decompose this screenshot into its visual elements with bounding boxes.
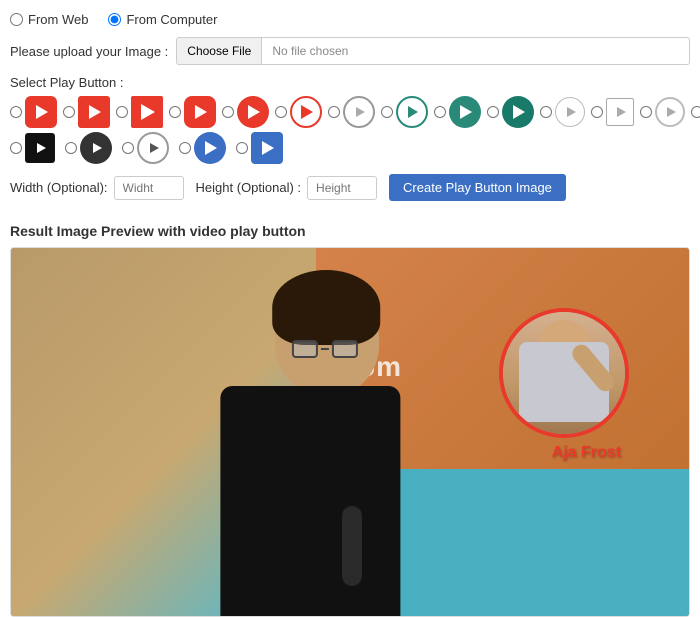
preview-scene: elcom Aja Frost — [11, 248, 689, 616]
play-button-12[interactable] — [606, 98, 634, 126]
play-button-8[interactable] — [396, 96, 428, 128]
create-button[interactable]: Create Play Button Image — [389, 174, 566, 201]
person-body — [220, 386, 400, 617]
play-icon-3 — [141, 104, 155, 120]
play-button-10[interactable] — [502, 96, 534, 128]
play-icon-19 — [205, 141, 217, 155]
glass-bridge — [321, 348, 329, 350]
microphone — [342, 506, 362, 586]
play-button-1[interactable] — [25, 96, 57, 128]
play-button-13[interactable] — [655, 97, 685, 127]
from-computer-label: From Computer — [126, 12, 217, 27]
from-web-radio[interactable] — [10, 13, 23, 26]
width-field-group: Width (Optional): — [10, 176, 184, 200]
play-icon-6 — [301, 105, 313, 119]
from-computer-radio[interactable] — [108, 13, 121, 26]
play-icon-1 — [36, 105, 48, 119]
play-btn-radio-9[interactable] — [434, 106, 446, 118]
play-button-11[interactable] — [555, 97, 585, 127]
play-icon-20 — [262, 141, 274, 155]
glasses — [292, 340, 358, 358]
play-btn-radio-4[interactable] — [169, 106, 181, 118]
play-buttons-row-1 — [10, 96, 690, 128]
play-button-7[interactable] — [343, 96, 375, 128]
play-button-9[interactable] — [449, 96, 481, 128]
play-button-3[interactable] — [131, 96, 163, 128]
play-btn-radio-5[interactable] — [222, 106, 234, 118]
height-field-group: Height (Optional) : — [196, 176, 378, 200]
play-btn-radio-20[interactable] — [236, 142, 248, 154]
select-play-button-label: Select Play Button : — [10, 75, 690, 90]
play-btn-radio-8[interactable] — [381, 106, 393, 118]
result-label: Result Image Preview with video play but… — [10, 223, 690, 239]
play-icon-16 — [37, 143, 46, 153]
from-computer-option[interactable]: From Computer — [108, 12, 217, 27]
play-icon-4 — [195, 105, 207, 119]
upload-label: Please upload your Image : — [10, 44, 168, 59]
play-button-5[interactable] — [237, 96, 269, 128]
play-button-4[interactable] — [184, 96, 216, 128]
preview-container: elcom Aja Frost — [10, 247, 690, 617]
file-name-text: No file chosen — [262, 44, 358, 58]
play-btn-radio-12[interactable] — [591, 106, 603, 118]
play-btn-radio-16[interactable] — [10, 142, 22, 154]
play-btn-radio-19[interactable] — [179, 142, 191, 154]
play-btn-radio-2[interactable] — [63, 106, 75, 118]
play-button-16[interactable] — [25, 133, 55, 163]
play-icon-11 — [567, 107, 576, 117]
width-label: Width (Optional): — [10, 180, 108, 195]
glass-right — [332, 340, 358, 358]
play-btn-radio-3[interactable] — [116, 106, 128, 118]
width-input[interactable] — [114, 176, 184, 200]
play-buttons-row-2 — [10, 132, 690, 164]
play-btn-radio-1[interactable] — [10, 106, 22, 118]
height-input[interactable] — [307, 176, 377, 200]
play-button-6[interactable] — [290, 96, 322, 128]
play-button-20[interactable] — [251, 132, 283, 164]
play-icon-8 — [408, 106, 418, 118]
choose-file-button[interactable]: Choose File — [177, 38, 262, 64]
play-btn-radio-17[interactable] — [65, 142, 77, 154]
play-icon-9 — [460, 105, 472, 119]
height-label: Height (Optional) : — [196, 180, 302, 195]
avatar-bg — [503, 312, 625, 434]
from-web-label: From Web — [28, 12, 88, 27]
person-hair — [272, 270, 380, 345]
glass-left — [292, 340, 318, 358]
play-icon-10 — [513, 105, 525, 119]
play-icon-12 — [617, 107, 626, 117]
play-btn-radio-10[interactable] — [487, 106, 499, 118]
play-btn-radio-13[interactable] — [640, 106, 652, 118]
play-button-2[interactable] — [78, 96, 110, 128]
play-btn-radio-11[interactable] — [540, 106, 552, 118]
avatar-circle — [499, 308, 629, 438]
play-icon-13 — [667, 107, 676, 117]
play-button-19[interactable] — [194, 132, 226, 164]
play-icon-2 — [89, 105, 101, 119]
play-icon-17 — [93, 143, 102, 153]
play-icon-7 — [356, 107, 365, 117]
avatar-name: Aja Frost — [552, 444, 621, 462]
play-btn-radio-18[interactable] — [122, 142, 134, 154]
upload-box: Choose File No file chosen — [176, 37, 690, 65]
play-btn-radio-6[interactable] — [275, 106, 287, 118]
play-icon-5 — [248, 105, 260, 119]
play-icon-18 — [150, 143, 159, 153]
play-btn-radio-14[interactable] — [691, 106, 700, 118]
from-web-option[interactable]: From Web — [10, 12, 88, 27]
play-button-17[interactable] — [80, 132, 112, 164]
play-btn-radio-7[interactable] — [328, 106, 340, 118]
play-button-18[interactable] — [137, 132, 169, 164]
